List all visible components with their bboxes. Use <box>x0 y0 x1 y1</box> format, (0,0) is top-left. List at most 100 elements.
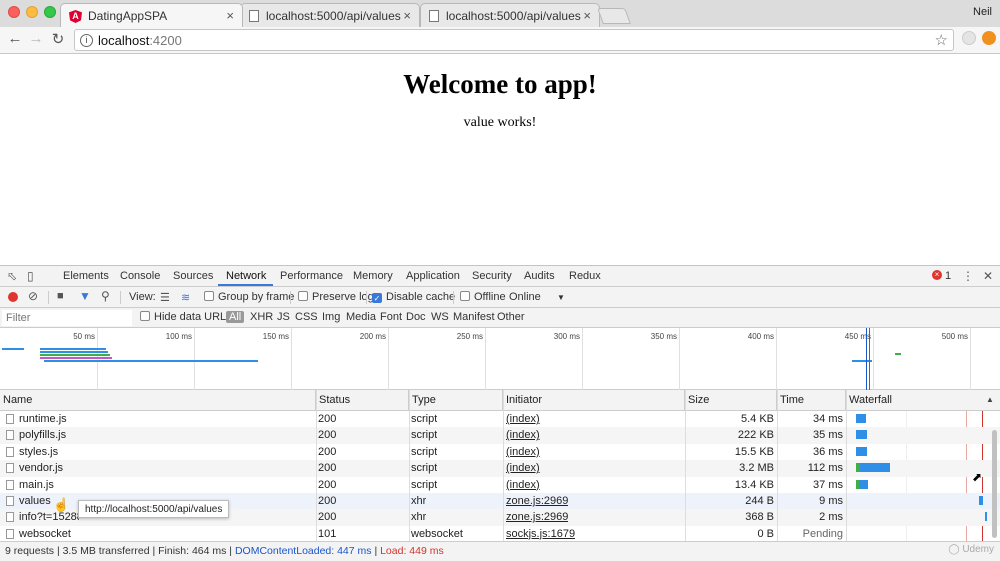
overview-bar <box>895 353 901 355</box>
bookmark-star-icon[interactable]: ☆ <box>935 31 948 49</box>
error-icon[interactable]: × <box>932 270 942 280</box>
filter-type-media[interactable]: Media <box>346 311 376 323</box>
column-header-size[interactable]: Size <box>685 390 777 411</box>
cell-initiator[interactable]: (index) <box>506 462 540 474</box>
large-rows-icon[interactable]: ☰ <box>160 291 170 304</box>
requests-scrollbar[interactable] <box>991 430 998 540</box>
extension-redux-icon[interactable] <box>982 31 996 45</box>
table-row[interactable]: websocket 101 websocket sockjs.js:1679 0… <box>0 526 1000 542</box>
sort-ascending-icon[interactable]: ▲ <box>986 395 994 404</box>
extension-icon[interactable] <box>962 31 976 45</box>
profile-name[interactable]: Neil <box>973 6 992 18</box>
table-row[interactable]: polyfills.js 200 script (index) 222 KB 3… <box>0 427 1000 444</box>
tab-redux[interactable]: Redux <box>569 270 601 282</box>
tab-close-icon[interactable]: × <box>403 8 411 23</box>
overview-icon[interactable]: ≋ <box>181 291 190 304</box>
scrollbar-thumb[interactable] <box>992 430 997 538</box>
column-header-waterfall[interactable]: Waterfall <box>846 390 1000 411</box>
cell-initiator[interactable]: (index) <box>506 479 540 491</box>
checkbox-box-checked[interactable]: ✓ <box>372 293 382 303</box>
window-close-button[interactable] <box>8 6 20 18</box>
forward-arrow-icon[interactable]: → <box>26 30 46 47</box>
overview-bar <box>40 354 110 356</box>
filter-type-js[interactable]: JS <box>277 311 290 323</box>
cell-initiator[interactable]: (index) <box>506 413 540 425</box>
column-header-initiator[interactable]: Initiator <box>503 390 685 411</box>
tab-security[interactable]: Security <box>472 270 512 282</box>
network-overview-timeline[interactable]: 50 ms 100 ms 150 ms 200 ms 250 ms 300 ms… <box>0 328 1000 390</box>
cell-status: 200 <box>318 495 337 507</box>
table-row[interactable]: styles.js 200 script (index) 15.5 KB 36 … <box>0 444 1000 460</box>
overview-gridline <box>582 328 583 390</box>
tab-audits[interactable]: Audits <box>524 270 555 282</box>
window-zoom-button[interactable] <box>44 6 56 18</box>
column-header-name[interactable]: Name <box>0 390 316 411</box>
back-arrow-icon[interactable]: ← <box>5 30 25 47</box>
checkbox-box[interactable] <box>140 311 150 321</box>
filter-type-font[interactable]: Font <box>380 311 402 323</box>
tab-elements[interactable]: Elements <box>63 270 109 282</box>
address-bar[interactable]: i localhost:4200 ☆ <box>74 29 954 51</box>
document-icon <box>429 10 439 22</box>
checkbox-box[interactable] <box>298 291 308 301</box>
cell-initiator[interactable]: (index) <box>506 429 540 441</box>
table-row[interactable]: vendor.js 200 script (index) 3.2 MB 112 … <box>0 460 1000 477</box>
reload-icon[interactable]: ↻ <box>48 30 68 48</box>
group-by-frame-checkbox[interactable]: Group by frame <box>204 291 294 303</box>
tab-performance[interactable]: Performance <box>280 270 343 282</box>
column-header-type[interactable]: Type <box>409 390 503 411</box>
filter-type-doc[interactable]: Doc <box>406 311 426 323</box>
file-icon <box>6 446 14 457</box>
inspect-element-icon[interactable]: ⬁ <box>7 269 17 283</box>
error-count[interactable]: 1 <box>945 270 951 282</box>
cell-initiator[interactable]: zone.js:2969 <box>506 511 568 523</box>
info-icon[interactable]: i <box>80 34 93 47</box>
close-devtools-icon[interactable]: ✕ <box>983 269 993 283</box>
capture-screenshots-icon[interactable]: ■ <box>57 290 64 302</box>
cell-time: Pending <box>802 527 843 540</box>
tab-network[interactable]: Network <box>226 270 266 282</box>
browser-tab-api-values-2[interactable]: localhost:5000/api/values × <box>420 3 600 27</box>
filter-input[interactable] <box>2 310 132 326</box>
clear-icon[interactable]: ⊘ <box>28 289 38 303</box>
browser-tab-api-values-1[interactable]: localhost:5000/api/values × <box>240 3 420 27</box>
hide-data-urls-checkbox[interactable]: Hide data URLs <box>140 311 232 323</box>
checkbox-box[interactable] <box>460 291 470 301</box>
tab-close-icon[interactable]: × <box>226 8 234 23</box>
tab-memory[interactable]: Memory <box>353 270 393 282</box>
throttling-select[interactable]: Online ▼ <box>509 291 565 303</box>
tab-console[interactable]: Console <box>120 270 160 282</box>
filter-type-css[interactable]: CSS <box>295 311 318 323</box>
filter-type-manifest[interactable]: Manifest <box>453 311 495 323</box>
tab-application[interactable]: Application <box>406 270 460 282</box>
new-tab-button[interactable] <box>597 8 631 24</box>
filter-funnel-icon[interactable]: ▼ <box>79 289 91 303</box>
table-row[interactable]: main.js 200 script (index) 13.4 KB 37 ms <box>0 477 1000 493</box>
column-header-status[interactable]: Status <box>316 390 409 411</box>
window-minimize-button[interactable] <box>26 6 38 18</box>
tab-sources[interactable]: Sources <box>173 270 213 282</box>
preserve-log-checkbox[interactable]: Preserve log <box>298 291 374 303</box>
device-toolbar-icon[interactable]: ▯ <box>27 269 34 283</box>
column-header-time[interactable]: Time <box>777 390 846 411</box>
record-icon[interactable] <box>8 292 18 302</box>
checkbox-box[interactable] <box>204 291 214 301</box>
cell-initiator[interactable]: sockjs.js:1679 <box>506 528 575 540</box>
cell-name: runtime.js <box>19 413 67 425</box>
disable-cache-checkbox[interactable]: ✓ Disable cache <box>372 291 455 303</box>
browser-tab-datingappspa[interactable]: A DatingAppSPA × <box>60 3 243 27</box>
filter-type-all[interactable]: All <box>226 311 245 323</box>
filter-type-xhr[interactable]: XHR <box>250 311 273 323</box>
more-options-icon[interactable]: ⋮ <box>962 269 974 283</box>
filter-type-img[interactable]: Img <box>322 311 340 323</box>
filter-type-ws[interactable]: WS <box>431 311 449 323</box>
cell-initiator[interactable]: zone.js:2969 <box>506 495 568 507</box>
cell-initiator[interactable]: (index) <box>506 446 540 458</box>
filter-type-other[interactable]: Other <box>497 311 525 323</box>
search-icon[interactable]: ⚲ <box>101 289 110 303</box>
table-row[interactable]: runtime.js 200 script (index) 5.4 KB 34 … <box>0 411 1000 427</box>
tab-close-icon[interactable]: × <box>583 8 591 23</box>
overview-tick-label: 350 ms <box>650 332 677 341</box>
offline-checkbox[interactable]: Offline <box>460 291 506 303</box>
status-divider: | <box>371 545 381 557</box>
